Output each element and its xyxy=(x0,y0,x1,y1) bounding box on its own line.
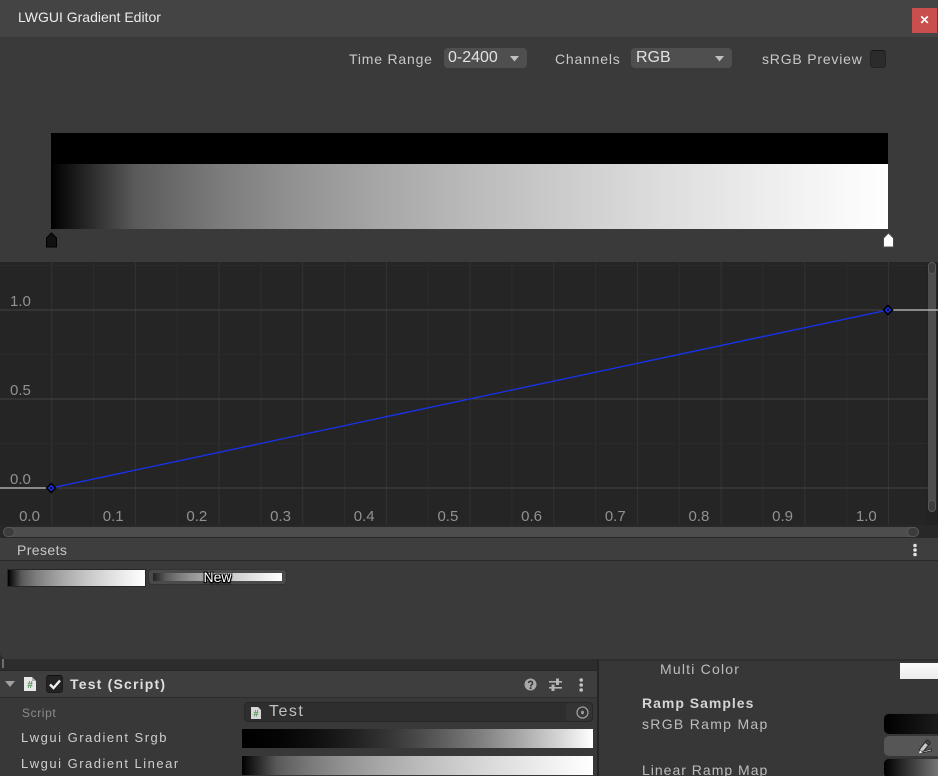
svg-text:#: # xyxy=(27,680,33,691)
svg-text:#: # xyxy=(253,709,258,719)
